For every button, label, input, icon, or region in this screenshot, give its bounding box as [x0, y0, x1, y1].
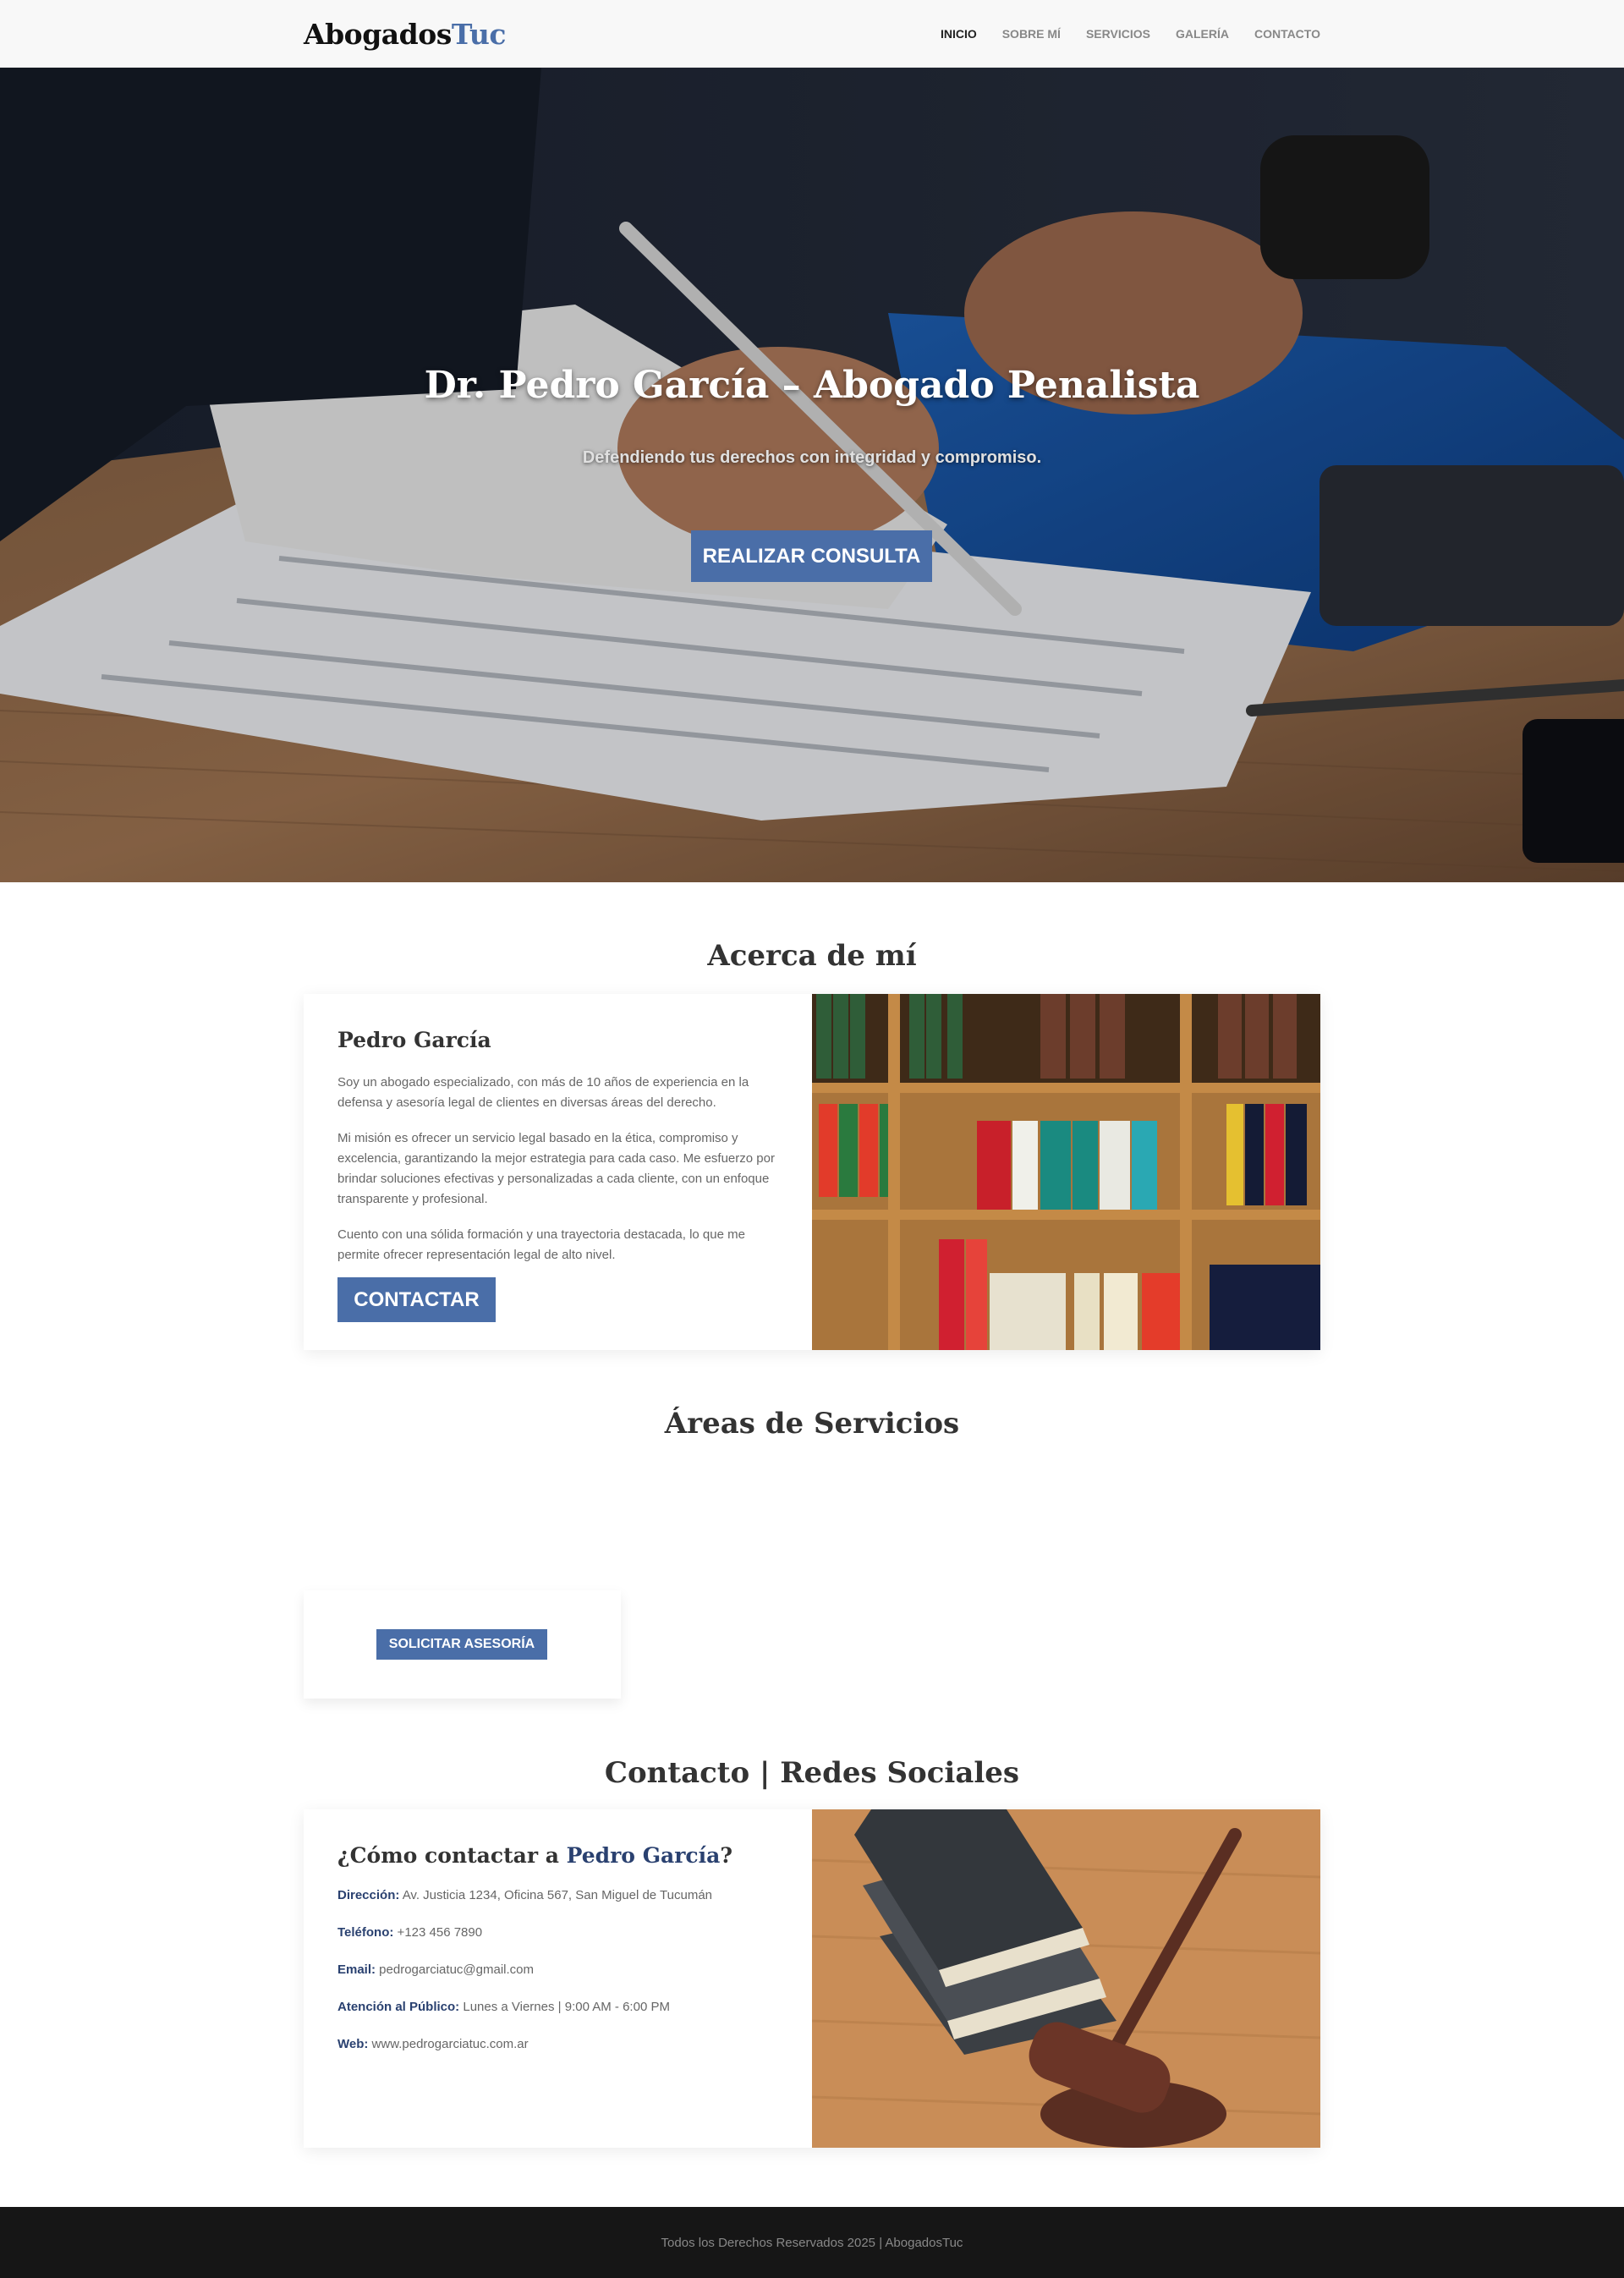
contact-hours: Atención al Público: Lunes a Viernes | 9… — [337, 2000, 778, 2015]
nav-menu: INICIO SOBRE MÍ SERVICIOS GALERÍA CONTAC… — [941, 27, 1320, 41]
about-text: Pedro García Soy un abogado especializad… — [304, 994, 812, 1350]
request-advice-button[interactable]: SOLICITAR ASESORÍA — [376, 1629, 547, 1660]
brand-accent: Tuc — [451, 17, 507, 51]
hero-overlay — [0, 68, 1624, 882]
contact-heading-prefix: ¿Cómo contactar a — [337, 1843, 567, 1868]
contact-value[interactable]: www.pedrogarciatuc.com.ar — [368, 2037, 529, 2051]
consult-button[interactable]: REALIZAR CONSULTA — [691, 530, 932, 582]
about-paragraph: Mi misión es ofrecer un servicio legal b… — [337, 1131, 775, 1206]
service-card: SOLICITAR ASESORÍA — [304, 1590, 621, 1699]
about-paragraph: Cuento con una sólida formación y una tr… — [337, 1227, 745, 1262]
contact-label: Web: — [337, 2037, 369, 2051]
contact-value: Lunes a Viernes | 9:00 AM - 6:00 PM — [459, 2000, 670, 2014]
contact-label: Email: — [337, 1962, 376, 1977]
about-paragraph: Soy un abogado especializado, con más de… — [337, 1075, 749, 1110]
contact-heading: ¿Cómo contactar a Pedro García? — [337, 1843, 778, 1868]
contact-label: Dirección: — [337, 1888, 400, 1902]
contact-phone: Teléfono: +123 456 7890 — [337, 1925, 778, 1940]
contact-address: Dirección: Av. Justicia 1234, Oficina 56… — [337, 1888, 778, 1903]
contact-email: Email: pedrogarciatuc@gmail.com — [337, 1962, 778, 1978]
bookshelf-illustration — [812, 994, 1320, 1350]
navbar-inner: AbogadosTuc INICIO SOBRE MÍ SERVICIOS GA… — [304, 0, 1320, 68]
about-name: Pedro García — [337, 1028, 491, 1052]
contact-label: Teléfono: — [337, 1925, 394, 1940]
hero-title: Dr. Pedro García – Abogado Penalista — [424, 364, 1200, 407]
contact-button[interactable]: CONTACTAR — [337, 1277, 496, 1322]
contact-value[interactable]: pedrogarciatuc@gmail.com — [376, 1962, 534, 1977]
contact-label: Atención al Público: — [337, 2000, 460, 2014]
contact-heading-suffix: ? — [720, 1843, 732, 1868]
gavel-illustration — [812, 1809, 1320, 2148]
contact-text: ¿Cómo contactar a Pedro García? Direcció… — [304, 1809, 812, 2148]
contact-value: +123 456 7890 — [393, 1925, 483, 1940]
nav-link-inicio[interactable]: INICIO — [941, 27, 977, 41]
footer: Todos los Derechos Reservados 2025 | Abo… — [0, 2207, 1624, 2278]
about-section-title: Acerca de mí — [707, 939, 917, 973]
contact-section-title: Contacto | Redes Sociales — [604, 1756, 1020, 1790]
contact-web: Web: www.pedrogarciatuc.com.ar — [337, 2037, 778, 2052]
contact-value: Av. Justicia 1234, Oficina 567, San Migu… — [399, 1888, 713, 1902]
navbar: AbogadosTuc INICIO SOBRE MÍ SERVICIOS GA… — [0, 0, 1624, 68]
bookshelf-image — [812, 994, 1320, 1350]
gavel-books-image — [812, 1809, 1320, 2148]
hero-subtitle: Defendiendo tus derechos con integridad … — [582, 448, 1042, 467]
footer-copyright: Todos los Derechos Reservados 2025 | Abo… — [661, 2235, 963, 2250]
brand-logo[interactable]: AbogadosTuc — [304, 18, 506, 51]
about-card: Pedro García Soy un abogado especializad… — [304, 994, 1320, 1350]
brand-main: Abogados — [304, 17, 452, 51]
services-section-title: Áreas de Servicios — [664, 1407, 960, 1441]
nav-link-servicios[interactable]: SERVICIOS — [1086, 27, 1150, 41]
contact-heading-name: Pedro García — [566, 1843, 721, 1868]
nav-link-galeria[interactable]: GALERÍA — [1176, 27, 1229, 41]
hero-section: Dr. Pedro García – Abogado Penalista Def… — [0, 68, 1624, 882]
nav-link-sobre-mi[interactable]: SOBRE MÍ — [1002, 27, 1061, 41]
contact-card: ¿Cómo contactar a Pedro García? Direcció… — [304, 1809, 1320, 2148]
nav-link-contacto[interactable]: CONTACTO — [1254, 27, 1320, 41]
